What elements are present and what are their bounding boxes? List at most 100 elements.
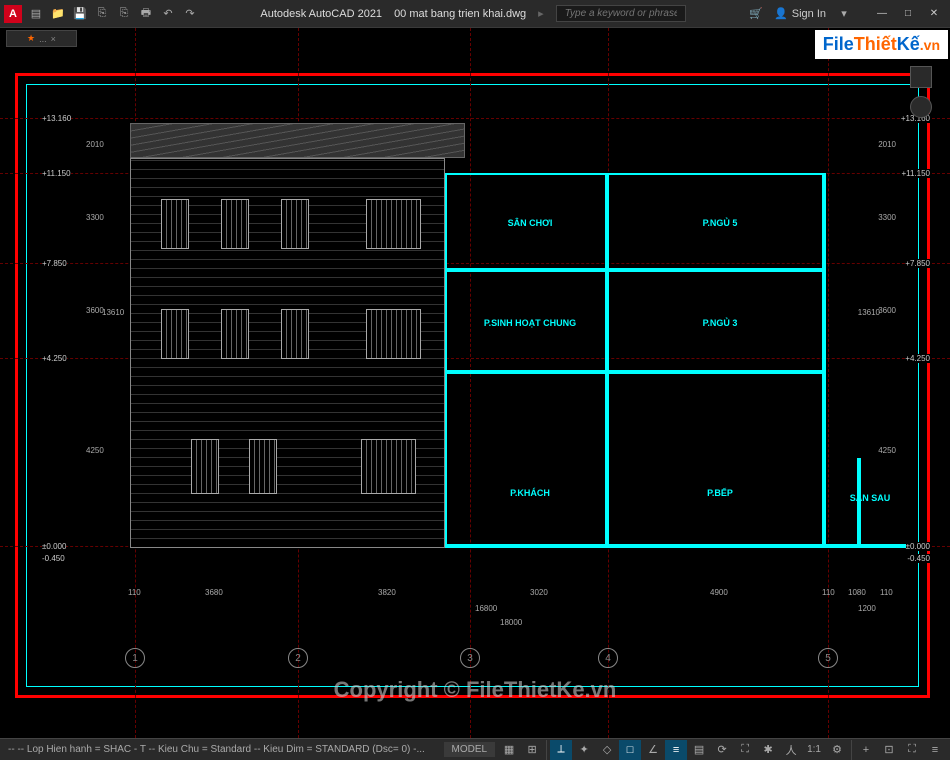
navcube[interactable]: [910, 66, 932, 88]
polar-toggle-icon[interactable]: ✦: [573, 740, 595, 760]
building-facade: [130, 158, 445, 548]
dim-label: 110: [822, 588, 835, 597]
dim-label: 3600: [878, 306, 896, 315]
window: [366, 309, 421, 359]
fullscreen-icon[interactable]: ⛶: [901, 740, 923, 760]
qat-undo-icon[interactable]: ↶: [158, 4, 178, 24]
minimize-button[interactable]: —: [870, 4, 894, 24]
window: [249, 439, 277, 494]
dim-label: 2010: [86, 140, 104, 149]
floor-slab: [445, 370, 825, 374]
dim-label: 3680: [205, 588, 223, 597]
dim-label: 4250: [86, 446, 104, 455]
modelspace-button[interactable]: MODEL: [444, 742, 496, 757]
qat-saveall-icon[interactable]: ⎘: [114, 4, 134, 24]
doc-tab-label: ...: [39, 34, 47, 44]
dim-label: 110: [880, 588, 893, 597]
status-text: -- -- Lop Hien hanh = SHAC - T -- Kieu C…: [0, 744, 444, 755]
qat-saveas-icon[interactable]: ⎘: [92, 4, 112, 24]
qat-plot-icon[interactable]: 🖶: [136, 4, 156, 24]
wall: [822, 173, 826, 548]
dim-label: 3300: [878, 213, 896, 222]
dim-label: 1200: [858, 604, 876, 613]
dim-label: 13610: [102, 308, 124, 317]
transparency-toggle-icon[interactable]: ▤: [688, 740, 710, 760]
dim-label: 3020: [530, 588, 548, 597]
section-outline: [445, 173, 825, 548]
elev-label: ±0.000: [906, 542, 930, 551]
qat-redo-icon[interactable]: ↷: [180, 4, 200, 24]
grid-toggle-icon[interactable]: ▦: [498, 740, 520, 760]
qat-save-icon[interactable]: 💾: [70, 4, 90, 24]
close-button[interactable]: ✕: [922, 4, 946, 24]
wall: [605, 173, 609, 548]
wall: [857, 458, 861, 548]
search-input[interactable]: [556, 5, 686, 22]
file-name: 00 mat bang trien khai.dwg: [394, 8, 526, 20]
grid-bubble-1: 1: [125, 648, 145, 668]
app-logo[interactable]: A: [4, 5, 22, 23]
separator: [851, 740, 852, 760]
selection-cycling-icon[interactable]: ⟳: [711, 740, 733, 760]
elev-label: +4.250: [42, 354, 67, 363]
window: [366, 199, 421, 249]
qat-new-icon[interactable]: ▤: [26, 4, 46, 24]
dim-label: 3300: [86, 213, 104, 222]
customize-icon[interactable]: ⚙: [826, 740, 848, 760]
snap-toggle-icon[interactable]: ⊞: [521, 740, 543, 760]
nav-wheel[interactable]: [910, 96, 932, 118]
gridline-v5: [828, 28, 829, 738]
elev-label: +11.150: [901, 169, 930, 178]
iso-toggle-icon[interactable]: ◇: [596, 740, 618, 760]
dim-label: 13610: [858, 308, 880, 317]
help-icon[interactable]: ▾: [834, 4, 854, 24]
maximize-button[interactable]: □: [896, 4, 920, 24]
ortho-toggle-icon[interactable]: ⟂: [550, 740, 572, 760]
window: [281, 309, 309, 359]
zoom-out-icon[interactable]: +: [855, 740, 877, 760]
dim-label: 4250: [878, 446, 896, 455]
signin-button[interactable]: 👤 Sign In: [774, 7, 826, 20]
dim-label: 3820: [378, 588, 396, 597]
room-label-shchung: P.SINH HOẠT CHUNG: [484, 318, 576, 328]
document-tab[interactable]: ★ ... ×: [6, 30, 77, 47]
lineweight-toggle-icon[interactable]: ≡: [665, 740, 687, 760]
doc-close-icon[interactable]: ×: [51, 34, 56, 44]
gridline-h1: [0, 118, 950, 119]
window: [161, 309, 189, 359]
osnap-toggle-icon[interactable]: □: [619, 740, 641, 760]
custom-icon[interactable]: ≡: [924, 740, 946, 760]
elev-label: +4.250: [905, 354, 930, 363]
elev-label: +11.150: [42, 169, 71, 178]
window: [361, 439, 416, 494]
qat-open-icon[interactable]: 📁: [48, 4, 68, 24]
drawing-canvas[interactable]: ★ ... × FileThiếtKế.vn: [0, 28, 950, 738]
room-label-pbep: P.BẾP: [707, 488, 733, 498]
elev-label: +7.850: [905, 259, 930, 268]
dim-label: 2010: [878, 140, 896, 149]
dim-label: 1080: [848, 588, 866, 597]
window: [161, 199, 189, 249]
zoom-level-icon[interactable]: ⊡: [878, 740, 900, 760]
annotation-toggle-icon[interactable]: ⛶: [734, 740, 756, 760]
elev-label: +13.160: [42, 114, 71, 123]
am-toggle-icon[interactable]: 人: [780, 740, 802, 760]
room-label-sansau: SÂN SAU: [850, 493, 891, 503]
dim-label: 4900: [710, 588, 728, 597]
dim-label: 16800: [475, 604, 497, 613]
ws-toggle-icon[interactable]: ✱: [757, 740, 779, 760]
cart-icon[interactable]: 🛒: [746, 4, 766, 24]
room-label-pngu3: P.NGỦ 3: [703, 318, 738, 328]
watermark-logo: FileThiếtKế.vn: [815, 30, 948, 59]
copyright-watermark: Copyright © FileThietKe.vn: [334, 677, 617, 703]
window: [281, 199, 309, 249]
roof: [130, 123, 465, 158]
user-icon: 👤: [774, 7, 788, 20]
dim-label: 18000: [500, 618, 522, 627]
grid-bubble-3: 3: [460, 648, 480, 668]
scale-label[interactable]: 1:1: [803, 744, 825, 755]
separator: [546, 740, 547, 760]
floor-slab: [445, 268, 825, 272]
signin-label: Sign In: [792, 8, 826, 20]
otrack-toggle-icon[interactable]: ∠: [642, 740, 664, 760]
